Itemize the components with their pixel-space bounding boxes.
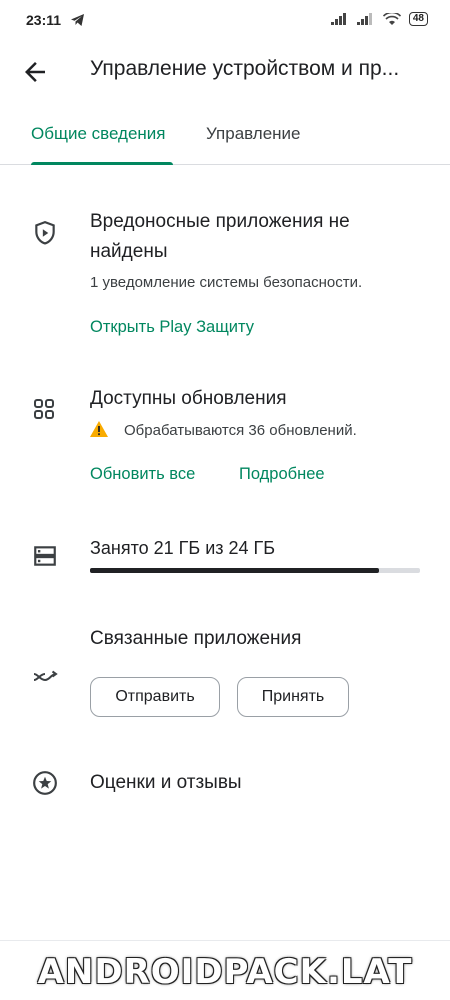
battery-indicator: 48 — [408, 12, 428, 26]
updates-status: Обрабатываются 36 обновлений. — [124, 422, 357, 439]
receive-button[interactable]: Принять — [237, 677, 349, 717]
apps-grid-icon — [34, 399, 54, 419]
shield-play-icon — [35, 221, 55, 245]
storage-title: Занято 21 ГБ из 24 ГБ — [90, 538, 276, 558]
signal-icon — [330, 13, 346, 25]
share-arrows-icon — [33, 670, 58, 682]
status-bar: 23:11 48 — [0, 0, 450, 40]
app-bar: Управление устройством и пр... — [0, 40, 450, 102]
wifi-icon — [382, 12, 401, 25]
linked-apps-title: Связанные приложения — [90, 628, 302, 649]
open-play-protect-link[interactable]: Открыть Play Защиту — [90, 318, 254, 337]
update-all-link[interactable]: Обновить все — [90, 465, 195, 484]
security-title-line1: Вредоносные приложения не — [90, 211, 350, 232]
warning-icon — [90, 421, 108, 437]
back-arrow-icon[interactable] — [20, 57, 50, 87]
star-circle-icon — [33, 771, 57, 795]
tab-bar: Общие сведения Управление — [0, 110, 450, 165]
telegram-icon — [71, 14, 84, 26]
active-tab-indicator — [31, 162, 173, 165]
send-button[interactable]: Отправить — [90, 677, 220, 717]
tab-manage[interactable]: Управление — [206, 124, 301, 144]
status-time: 23:11 — [26, 12, 62, 28]
security-subtitle: 1 уведомление системы безопасности. — [90, 274, 363, 291]
bottom-divider — [0, 940, 450, 941]
watermark: ANDROIDPACK.LAT — [37, 952, 413, 992]
security-title-line2: найдены — [90, 241, 168, 262]
page-title: Управление устройством и пр... — [90, 57, 400, 80]
storage-icon — [34, 546, 56, 566]
tab-overview[interactable]: Общие сведения — [31, 124, 166, 144]
storage-progress-fill — [90, 568, 379, 573]
ratings-title[interactable]: Оценки и отзывы — [90, 768, 242, 798]
details-link[interactable]: Подробнее — [239, 465, 325, 484]
updates-title: Доступны обновления — [90, 388, 287, 409]
storage-progress-bar — [90, 568, 420, 573]
signal-icon-2 — [356, 13, 372, 25]
